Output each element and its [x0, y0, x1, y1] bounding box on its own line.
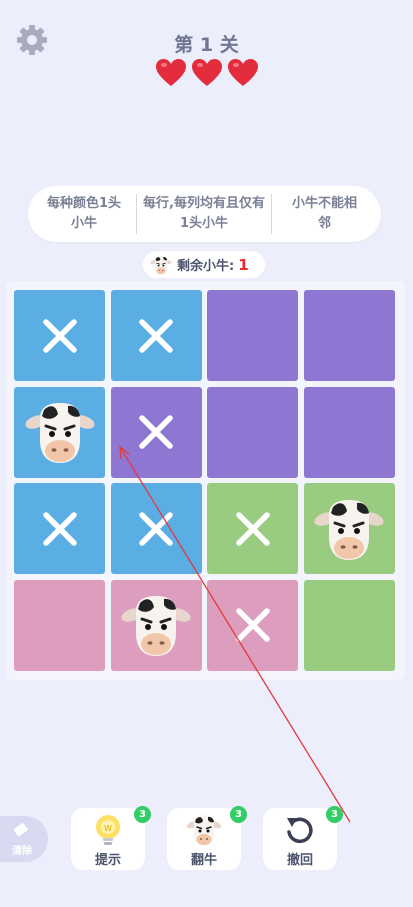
grid-cell-r2-c2[interactable] — [110, 386, 202, 478]
grid-cell-r3-c3[interactable] — [207, 483, 298, 574]
rule-one-per-color: 每种颜色1头小牛 — [46, 196, 122, 231]
grid-cell-r1-c1[interactable] — [14, 290, 105, 381]
grid-cell-r3-c1[interactable] — [14, 483, 105, 574]
svg-text:W: W — [104, 824, 112, 833]
undo-icon — [287, 817, 313, 844]
flip-cow-label: 翻牛 — [190, 853, 217, 868]
cow-icon — [149, 254, 173, 276]
undo-label: 撤回 — [286, 853, 313, 868]
cross-mark-icon — [42, 511, 77, 546]
eraser-icon — [14, 822, 28, 836]
rule-one-per-row-column: 每行,每列均有且仅有1头小牛 — [136, 194, 271, 234]
level-title: 第 1 关 — [174, 34, 239, 56]
hint-label: 提示 — [94, 853, 121, 868]
grid-cell-r1-c4[interactable] — [303, 290, 395, 381]
grid-cell-r3-c2[interactable] — [110, 483, 202, 574]
remaining-count: 1 — [238, 255, 249, 274]
grid-cell-r3-c4[interactable] — [303, 483, 395, 574]
cross-mark-icon — [139, 318, 173, 353]
hint-count-badge: 3 — [134, 806, 151, 823]
eraser-label: 清除 — [12, 845, 32, 857]
grid-cell-r2-c4[interactable] — [303, 386, 395, 478]
undo-button[interactable]: 撤回 3 — [263, 806, 343, 870]
flip-cow-button[interactable]: 翻牛 3 — [167, 806, 247, 870]
lives — [0, 58, 413, 88]
game-board — [6, 281, 405, 680]
cow-icon — [120, 589, 192, 661]
rules-panel: 每种颜色1头小牛 每行,每列均有且仅有1头小牛 小牛不能相邻 — [28, 186, 381, 242]
grid-cell-r4-c1[interactable] — [14, 579, 105, 671]
grid-cell-r4-c3[interactable] — [207, 579, 298, 671]
remaining-cows-badge: 剩余小牛: 1 — [143, 251, 265, 278]
grid-cell-r1-c3[interactable] — [207, 290, 298, 381]
cross-mark-icon — [235, 511, 270, 546]
grid-cell-r4-c2[interactable] — [110, 579, 202, 671]
eraser-button[interactable]: 清除 — [0, 816, 48, 862]
cross-mark-icon — [235, 608, 270, 642]
grid-cell-r1-c2[interactable] — [110, 290, 202, 381]
grid-cell-r2-c3[interactable] — [207, 386, 298, 478]
cow-icon — [184, 812, 224, 848]
cow-icon — [24, 396, 96, 468]
flip-count-badge: 3 — [230, 806, 247, 823]
heart-icon — [155, 59, 186, 86]
heart-icon — [227, 59, 258, 86]
lightbulb-icon: W — [96, 815, 120, 845]
grid-cell-r2-c1[interactable] — [14, 386, 105, 478]
cross-mark-icon — [42, 318, 77, 353]
cow-icon — [313, 493, 385, 565]
heart-icon — [191, 59, 222, 86]
remaining-label: 剩余小牛: — [177, 259, 235, 274]
grid-cell-r4-c4[interactable] — [303, 579, 395, 671]
cross-mark-icon — [139, 511, 173, 546]
hint-button[interactable]: W 提示 3 — [71, 806, 151, 870]
rule-no-adjacent: 小牛不能相邻 — [271, 194, 381, 234]
undo-count-badge: 3 — [326, 806, 343, 823]
cross-mark-icon — [139, 415, 173, 449]
